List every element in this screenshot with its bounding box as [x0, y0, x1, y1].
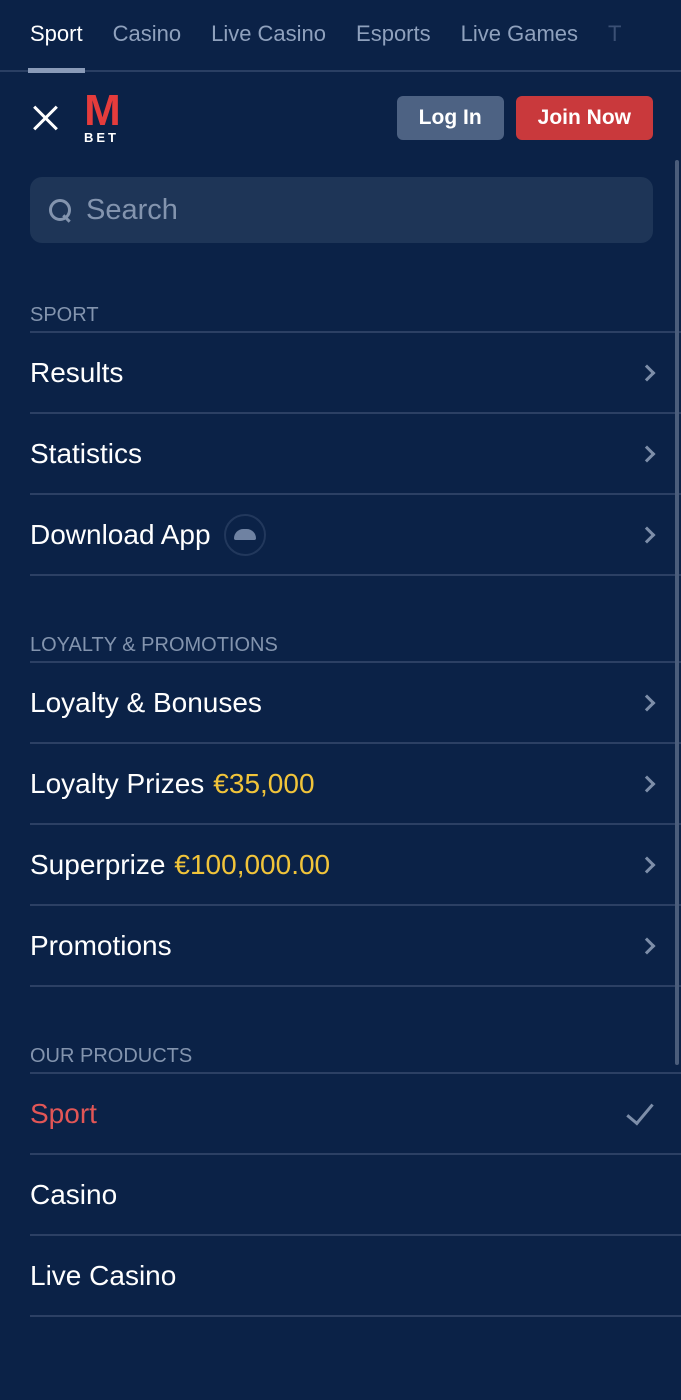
menu-header: M BET Log In Join Now	[30, 85, 653, 145]
menu-item-results[interactable]: Results	[30, 333, 681, 414]
menu-item-loyalty-prizes[interactable]: Loyalty Prizes €35,000	[30, 744, 681, 825]
product-tabs: Sport Casino Live Casino Esports Live Ga…	[0, 0, 681, 73]
section-title: OUR PRODUCTS	[30, 1019, 681, 1074]
item-label: Results	[30, 356, 124, 388]
chevron-right-icon	[638, 526, 656, 543]
logo: M BET	[84, 85, 121, 145]
prize-amount: €100,000.00	[174, 848, 331, 880]
join-now-button[interactable]: Join Now	[515, 96, 653, 140]
menu-item-live-casino[interactable]: Live Casino	[30, 1236, 681, 1317]
search-box[interactable]	[30, 177, 653, 243]
search-icon	[48, 198, 72, 222]
section-products: OUR PRODUCTS Sport Casino Live Casino	[30, 1019, 681, 1317]
item-label: Statistics	[30, 437, 143, 469]
item-label: Loyalty & Bonuses	[30, 686, 262, 718]
close-icon[interactable]	[30, 102, 62, 134]
check-icon	[626, 1096, 654, 1125]
section-title: SPORT	[30, 278, 681, 333]
menu-item-superprize[interactable]: Superprize €100,000.00	[30, 825, 681, 906]
item-label: Live Casino	[30, 1259, 177, 1291]
tab-truncated[interactable]: T	[608, 0, 621, 71]
section-loyalty: LOYALTY & PROMOTIONS Loyalty & Bonuses L…	[30, 608, 681, 987]
menu-item-casino[interactable]: Casino	[30, 1155, 681, 1236]
tab-casino[interactable]: Casino	[113, 0, 181, 71]
section-title: LOYALTY & PROMOTIONS	[30, 608, 681, 663]
item-label: Casino	[30, 1178, 118, 1210]
menu-item-statistics[interactable]: Statistics	[30, 414, 681, 495]
tab-sport[interactable]: Sport	[28, 0, 85, 73]
prize-amount: €35,000	[213, 767, 315, 799]
chevron-right-icon	[638, 445, 656, 462]
chevron-right-icon	[638, 937, 656, 954]
chevron-right-icon	[638, 856, 656, 873]
search-input[interactable]	[86, 193, 586, 227]
scrollbar[interactable]	[675, 160, 679, 1065]
item-label: Download App	[30, 518, 211, 550]
tab-esports[interactable]: Esports	[356, 0, 431, 71]
menu-item-download-app[interactable]: Download App	[30, 495, 681, 576]
logo-bet: BET	[84, 129, 119, 145]
logo-m: M	[84, 85, 121, 135]
item-label: Sport	[30, 1097, 97, 1129]
login-button[interactable]: Log In	[396, 96, 504, 140]
tab-live-games[interactable]: Live Games	[461, 0, 578, 71]
menu-item-loyalty-bonuses[interactable]: Loyalty & Bonuses	[30, 663, 681, 744]
item-label: Promotions	[30, 929, 172, 961]
menu-item-sport[interactable]: Sport	[30, 1074, 681, 1155]
menu-item-promotions[interactable]: Promotions	[30, 906, 681, 987]
chevron-right-icon	[638, 694, 656, 711]
tab-live-casino[interactable]: Live Casino	[211, 0, 326, 71]
chevron-right-icon	[638, 775, 656, 792]
item-label: Superprize	[30, 848, 166, 880]
item-label: Loyalty Prizes	[30, 767, 205, 799]
section-sport: SPORT Results Statistics Download App	[30, 278, 681, 576]
chevron-right-icon	[638, 364, 656, 381]
android-icon	[223, 513, 266, 556]
